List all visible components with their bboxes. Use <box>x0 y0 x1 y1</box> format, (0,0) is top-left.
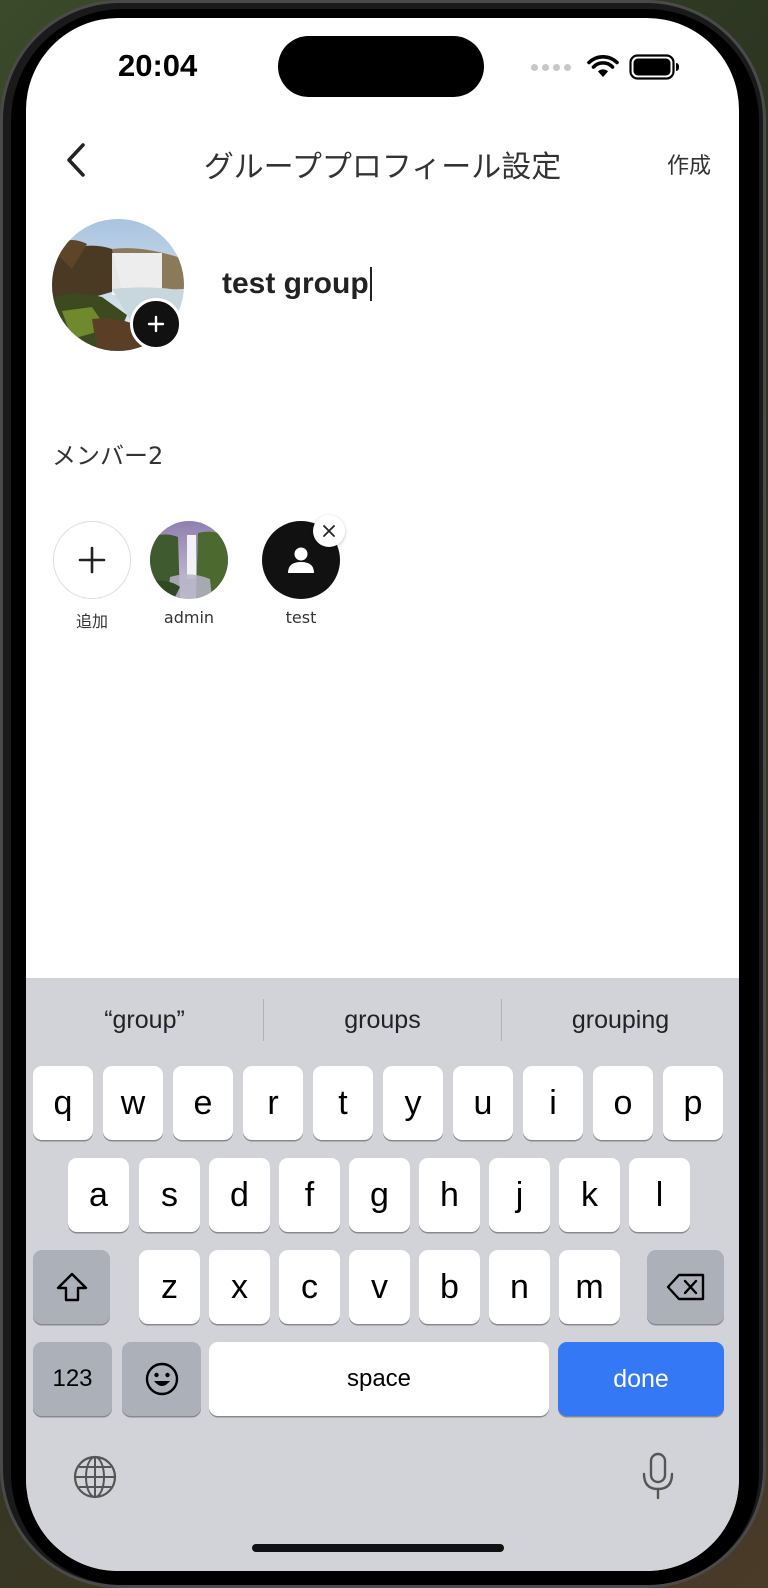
group-name-input[interactable]: test group <box>222 262 702 306</box>
key-e[interactable]: e <box>173 1066 233 1140</box>
key-q[interactable]: q <box>33 1066 93 1140</box>
shift-key[interactable] <box>33 1250 110 1324</box>
back-button[interactable] <box>52 136 100 184</box>
key-o[interactable]: o <box>593 1066 653 1140</box>
suggestion-item[interactable]: “group” <box>26 1006 263 1035</box>
key-w[interactable]: w <box>103 1066 163 1140</box>
status-icons <box>531 52 681 82</box>
status-time: 20:04 <box>118 48 198 83</box>
key-f[interactable]: f <box>279 1158 340 1232</box>
suggestion-item[interactable]: grouping <box>502 1006 739 1035</box>
delete-icon <box>666 1273 704 1301</box>
key-a[interactable]: a <box>68 1158 129 1232</box>
change-avatar-button[interactable] <box>130 298 182 350</box>
key-u[interactable]: u <box>453 1066 513 1140</box>
keyboard: “group” groups grouping q w e r t y u i … <box>26 978 739 1571</box>
signal-dots-icon <box>531 63 571 71</box>
group-name-value: test group <box>222 267 369 300</box>
key-g[interactable]: g <box>349 1158 410 1232</box>
key-x[interactable]: x <box>209 1250 270 1324</box>
key-m[interactable]: m <box>559 1250 620 1324</box>
add-member-label: 追加 <box>75 612 108 631</box>
close-icon <box>323 525 335 537</box>
person-icon <box>288 547 314 573</box>
add-member-button[interactable]: 追加 <box>52 521 132 632</box>
chevron-left-icon <box>67 143 85 177</box>
key-z[interactable]: z <box>139 1250 200 1324</box>
key-p[interactable]: p <box>663 1066 723 1140</box>
plus-icon <box>147 315 165 333</box>
space-key[interactable]: space <box>209 1342 549 1416</box>
key-y[interactable]: y <box>383 1066 443 1140</box>
key-i[interactable]: i <box>523 1066 583 1140</box>
key-j[interactable]: j <box>489 1158 550 1232</box>
key-c[interactable]: c <box>279 1250 340 1324</box>
member-name: test <box>285 608 317 627</box>
member-count-heading: メンバー2 <box>52 442 164 470</box>
text-caret <box>369 267 372 301</box>
key-t[interactable]: t <box>313 1066 373 1140</box>
key-l[interactable]: l <box>629 1158 690 1232</box>
backspace-key[interactable] <box>647 1250 724 1324</box>
globe-icon[interactable] <box>72 1454 118 1500</box>
microphone-icon[interactable] <box>640 1452 676 1500</box>
member-admin[interactable]: admin <box>149 521 229 627</box>
member-name: admin <box>163 608 215 627</box>
key-n[interactable]: n <box>489 1250 550 1324</box>
admin-avatar-photo <box>150 521 228 599</box>
key-r[interactable]: r <box>243 1066 303 1140</box>
key-d[interactable]: d <box>209 1158 270 1232</box>
member-avatar <box>150 521 228 599</box>
done-key[interactable]: done <box>558 1342 724 1416</box>
key-h[interactable]: h <box>419 1158 480 1232</box>
suggestion-item[interactable]: groups <box>264 1006 501 1035</box>
create-button[interactable]: 作成 <box>667 148 711 180</box>
page-title: グループプロフィール設定 <box>203 150 562 185</box>
dynamic-island <box>278 36 484 97</box>
home-indicator[interactable] <box>252 1544 504 1552</box>
battery-icon <box>629 54 679 80</box>
nav-bar: グループプロフィール設定 作成 <box>26 128 739 192</box>
emoji-key[interactable] <box>122 1342 201 1416</box>
key-s[interactable]: s <box>139 1158 200 1232</box>
screen: 20:04 グループプロフィール設定 作成 test group メンバー2 追… <box>26 18 739 1571</box>
key-v[interactable]: v <box>349 1250 410 1324</box>
remove-member-button[interactable] <box>313 515 345 547</box>
wifi-icon <box>587 55 619 77</box>
numbers-key[interactable]: 123 <box>33 1342 112 1416</box>
emoji-icon <box>145 1362 178 1396</box>
add-member-circle <box>53 521 131 599</box>
shift-icon <box>56 1272 87 1302</box>
plus-icon <box>78 546 106 574</box>
key-k[interactable]: k <box>559 1158 620 1232</box>
suggestion-bar: “group” groups grouping <box>26 978 739 1062</box>
key-b[interactable]: b <box>419 1250 480 1324</box>
